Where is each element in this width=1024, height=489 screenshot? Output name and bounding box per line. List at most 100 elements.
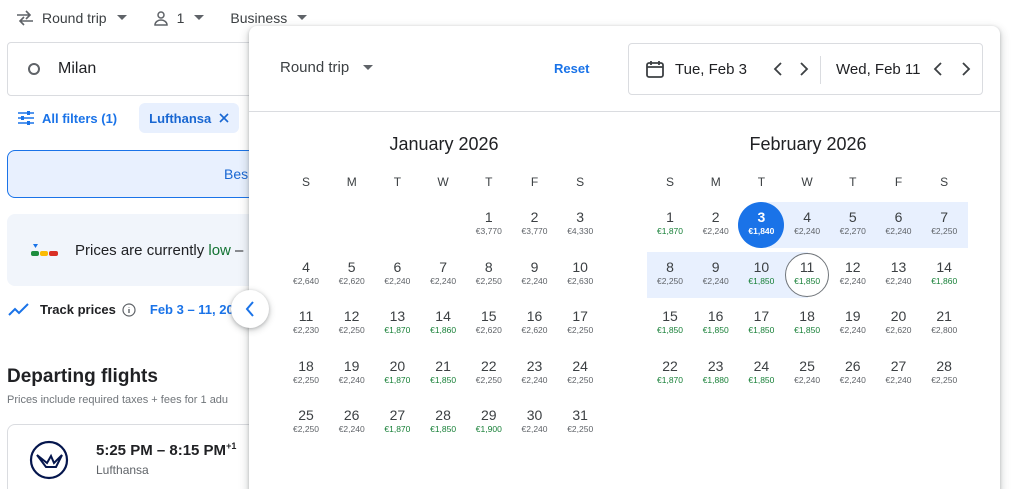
calendar-day[interactable]: 24 €1,850 xyxy=(738,351,784,397)
calendar-day[interactable]: 8 €2,250 xyxy=(647,252,693,298)
calendar-day[interactable]: 1 €3,770 xyxy=(466,202,512,248)
calendar-day[interactable]: 7 €2,240 xyxy=(420,252,466,298)
day-number: 23 xyxy=(526,357,543,374)
chevron-left-icon[interactable] xyxy=(773,62,783,76)
calendar-day[interactable]: 10 €2,630 xyxy=(557,252,603,298)
calendar-day[interactable]: 4 €2,640 xyxy=(283,252,329,298)
calendar-day[interactable]: 7 €2,250 xyxy=(921,202,967,248)
trip-type-selector[interactable]: Round trip xyxy=(16,10,127,26)
calendar-day[interactable]: 13 €1,870 xyxy=(374,301,420,347)
day-price: €2,250 xyxy=(567,374,594,385)
cabin-selector[interactable]: Business xyxy=(230,10,308,26)
calendar-day[interactable]: 4 €2,240 xyxy=(784,202,830,248)
calendar-day[interactable]: 3 €1,840 xyxy=(738,202,785,248)
calendar-day[interactable]: 11 €1,850 xyxy=(784,252,830,298)
scroll-back-button[interactable] xyxy=(231,290,269,328)
calendar-day[interactable]: 26 €2,240 xyxy=(329,400,375,446)
person-icon xyxy=(153,11,168,26)
day-number: 13 xyxy=(389,308,406,324)
day-number: 7 xyxy=(439,258,447,275)
calendar-day[interactable]: 20 €1,870 xyxy=(374,351,420,397)
weekday-header: W xyxy=(437,175,449,189)
calendar-day[interactable]: 2 €2,240 xyxy=(693,202,739,248)
calendar-day[interactable]: 22 €1,870 xyxy=(647,351,693,397)
calendar-day[interactable]: 28 €1,850 xyxy=(420,400,466,446)
caret-down-icon xyxy=(297,15,308,20)
calendar-day[interactable]: 19 €2,240 xyxy=(830,301,876,347)
reset-button[interactable]: Reset xyxy=(554,61,589,76)
calendar-day[interactable]: 1 €1,870 xyxy=(647,202,693,248)
calendar-day[interactable]: 6 €2,240 xyxy=(374,252,420,298)
day-number: 26 xyxy=(845,357,861,374)
calendar-day[interactable]: 10 €1,850 xyxy=(738,252,784,298)
day-number: 25 xyxy=(799,357,815,374)
calendar-day[interactable]: 20 €2,620 xyxy=(876,301,922,347)
airline-filter-chip[interactable]: Lufthansa xyxy=(139,103,240,133)
calendar-day[interactable]: 23 €1,880 xyxy=(693,351,739,397)
calendar-day[interactable]: 6 €2,240 xyxy=(876,202,922,248)
calendar-day[interactable]: 12 €2,250 xyxy=(329,301,375,347)
return-date-input[interactable]: Wed, Feb 11 xyxy=(836,61,921,78)
best-flights-tab[interactable]: Bes xyxy=(7,150,277,198)
swap-arrows-icon xyxy=(17,10,33,26)
calendar-day[interactable]: 25 €2,250 xyxy=(283,400,329,446)
weekday-header: F xyxy=(894,175,903,189)
info-icon[interactable] xyxy=(122,302,136,317)
calendar-day[interactable]: 9 €2,240 xyxy=(693,252,739,298)
calendar-day[interactable]: 5 €2,620 xyxy=(329,252,375,298)
calendar-day[interactable]: 18 €1,850 xyxy=(784,301,830,347)
calendar-day[interactable]: 15 €1,850 xyxy=(647,301,693,347)
day-price: €1,850 xyxy=(430,424,457,434)
origin-field[interactable]: Milan xyxy=(7,42,267,96)
calendar-day[interactable]: 27 €1,870 xyxy=(374,400,420,446)
calendar-day[interactable]: 26 €2,240 xyxy=(830,351,876,397)
calendar-day[interactable]: 5 €2,270 xyxy=(830,202,876,248)
depart-date-input[interactable]: Tue, Feb 3 xyxy=(675,61,747,78)
chevron-right-icon[interactable] xyxy=(961,62,971,76)
calendar-day[interactable]: 28 €2,250 xyxy=(921,351,967,397)
chevron-right-icon[interactable] xyxy=(799,62,809,76)
calendar-day[interactable]: 12 €2,240 xyxy=(830,252,876,298)
calendar-day[interactable]: 9 €2,240 xyxy=(512,252,558,298)
price-insight-text: Prices are currently low – xyxy=(75,241,244,259)
calendar-day[interactable]: 23 €2,240 xyxy=(512,351,558,397)
calendar-day[interactable]: 15 €2,620 xyxy=(466,301,512,347)
calendar-day[interactable]: 27 €2,240 xyxy=(876,351,922,397)
day-price: €2,240 xyxy=(794,374,821,385)
calendar-day[interactable]: 11 €2,230 xyxy=(283,301,329,347)
calendar-day[interactable]: 24 €2,250 xyxy=(557,351,603,397)
calendar-day[interactable]: 14 €1,860 xyxy=(420,301,466,347)
calendar-day[interactable]: 3 €4,330 xyxy=(557,202,603,248)
chip-label: Lufthansa xyxy=(149,110,212,126)
calendar-day[interactable]: 17 €1,850 xyxy=(738,301,784,347)
calendar-day[interactable]: 21 €2,800 xyxy=(921,301,967,347)
calendar-day[interactable]: 16 €2,620 xyxy=(512,301,558,347)
day-price: €2,250 xyxy=(657,275,683,286)
calendar-day[interactable]: 8 €2,250 xyxy=(466,252,512,298)
calendar-day[interactable]: 25 €2,240 xyxy=(784,351,830,397)
calendar-day[interactable]: 18 €2,250 xyxy=(283,351,329,397)
calendar-day[interactable]: 30 €2,240 xyxy=(512,400,558,446)
calendar-day[interactable]: 14 €1,860 xyxy=(921,252,967,298)
day-number: 6 xyxy=(393,258,402,275)
calendar-day[interactable]: 19 €2,240 xyxy=(329,351,375,397)
calendar-day[interactable]: 17 €2,250 xyxy=(557,301,603,347)
calendar-day[interactable]: 2 €3,770 xyxy=(512,202,558,248)
dialog-trip-type-selector[interactable]: Round trip xyxy=(280,59,374,76)
calendar-day[interactable]: 13 €2,240 xyxy=(876,252,922,298)
calendar-day[interactable]: 29 €1,900 xyxy=(466,400,512,446)
calendar-day[interactable]: 16 €1,850 xyxy=(693,301,739,347)
calendar-day[interactable]: 31 €2,250 xyxy=(557,400,603,446)
day-number: 31 xyxy=(572,407,588,423)
day-number: 11 xyxy=(799,258,815,275)
all-filters-button[interactable]: All filters (1) xyxy=(18,111,117,126)
day-number: 12 xyxy=(343,308,360,324)
chevron-left-icon[interactable] xyxy=(933,62,943,76)
passenger-selector[interactable]: 1 xyxy=(153,10,205,26)
calendar-day[interactable]: 21 €1,850 xyxy=(420,351,466,397)
flight-result-card[interactable]: 5:25 PM – 8:15 PM+1 Lufthansa xyxy=(7,424,277,489)
close-icon[interactable] xyxy=(219,113,229,123)
day-price: €1,850 xyxy=(794,275,821,286)
calendar-day[interactable]: 22 €2,250 xyxy=(466,351,512,397)
day-price: €2,620 xyxy=(338,275,365,286)
